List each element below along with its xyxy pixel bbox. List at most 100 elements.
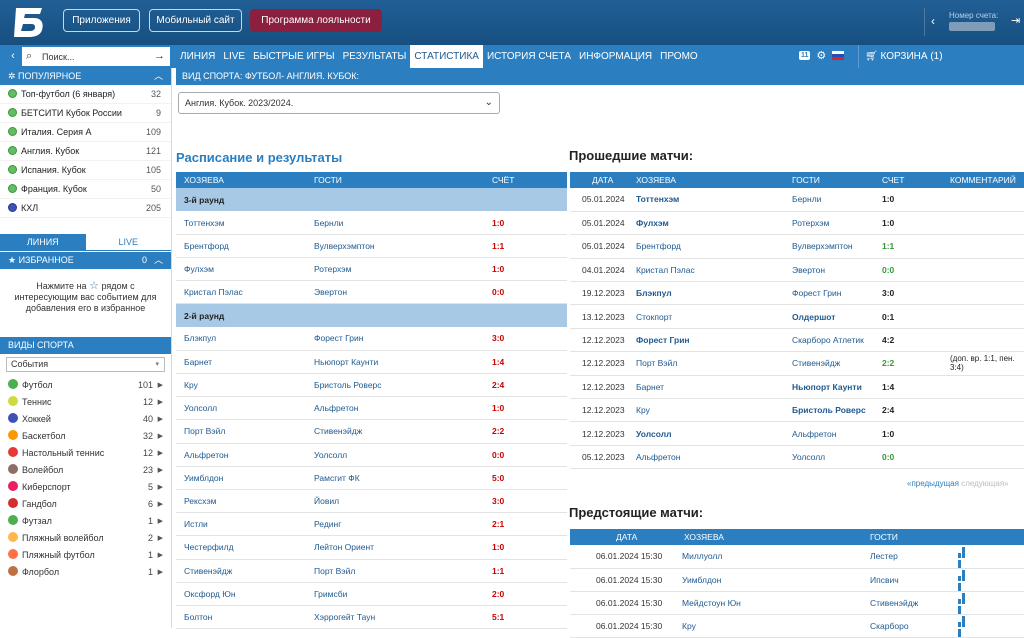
away-team[interactable]: Бернли <box>784 188 874 212</box>
away-team[interactable]: Ньюпорт Каунти <box>784 375 874 400</box>
sport-item[interactable]: Пляжный футбол 1 ▶ <box>0 547 171 564</box>
expand-arrow-icon[interactable]: ▶ <box>158 496 163 513</box>
favorites-header[interactable]: ★ ИЗБРАННОЕ 0 ︿ <box>0 252 171 269</box>
sport-item[interactable]: Футбол 101 ▶ <box>0 377 171 394</box>
away-team[interactable]: Стивенэйдж <box>306 419 484 444</box>
menu-promo[interactable]: ПРОМО <box>656 45 702 68</box>
home-team[interactable]: Кристал Пэлас <box>628 258 784 283</box>
sport-item[interactable]: Баскетбол 32 ▶ <box>0 428 171 445</box>
away-team[interactable]: Рамсгит ФК <box>306 466 484 490</box>
away-team[interactable]: Ротерхэм <box>784 211 874 236</box>
chevron-left-icon[interactable]: ‹ <box>4 47 22 66</box>
popular-header[interactable]: ✲ ПОПУЛЯРНОЕ ︿ <box>0 68 171 85</box>
home-team[interactable]: Барнет <box>628 375 784 400</box>
home-team[interactable]: Форест Грин <box>628 328 784 353</box>
home-team[interactable]: Болтон <box>176 605 306 630</box>
logo-icon[interactable] <box>12 6 46 38</box>
home-team[interactable]: Уолсолл <box>176 396 306 421</box>
home-team[interactable]: Блэкпул <box>176 327 306 351</box>
popular-item[interactable]: Испания. Кубок 105 <box>0 161 171 180</box>
away-team[interactable]: Олдершот <box>784 304 874 329</box>
expand-arrow-icon[interactable]: ▶ <box>158 513 163 530</box>
logout-icon[interactable]: ⇥ <box>1011 14 1020 27</box>
home-team[interactable]: Оксфорд Юн <box>176 582 306 606</box>
home-team[interactable]: Кристал Пэлас <box>176 280 306 305</box>
cart-button[interactable]: 🛒︎ КОРЗИНА (1) <box>858 45 1024 68</box>
away-team[interactable]: Уолсолл <box>306 443 484 467</box>
home-team[interactable]: Уолсолл <box>628 421 784 446</box>
menu-account-history[interactable]: ИСТОРИЯ СЧЕТА <box>483 45 575 68</box>
menu-information[interactable]: ИНФОРМАЦИЯ <box>575 45 656 68</box>
menu-results[interactable]: РЕЗУЛЬТАТЫ <box>339 45 411 68</box>
loyalty-program-button[interactable]: Программа лояльности <box>250 9 382 32</box>
away-team[interactable]: Гримсби <box>306 582 484 606</box>
home-team[interactable]: Стивенэйдж <box>176 559 306 583</box>
russia-flag-icon[interactable] <box>832 51 845 60</box>
expand-arrow-icon[interactable]: ▶ <box>158 394 163 411</box>
away-team[interactable]: Вулверхэмптон <box>306 234 484 259</box>
away-team[interactable]: Лестер <box>862 545 950 569</box>
popular-item[interactable]: Англия. Кубок 121 <box>0 142 171 161</box>
home-team[interactable]: Барнет <box>176 350 306 375</box>
home-team[interactable]: Честерфилд <box>176 535 306 560</box>
sport-item[interactable]: Киберспорт 5 ▶ <box>0 479 171 496</box>
away-team[interactable]: Бристоль Роверс <box>784 398 874 423</box>
menu-live[interactable]: LIVE <box>219 45 249 68</box>
away-team[interactable]: Форест Грин <box>784 281 874 306</box>
away-team[interactable]: Уолсолл <box>784 445 874 470</box>
home-team[interactable]: Альфретон <box>176 443 306 467</box>
sport-item[interactable]: Гандбол 6 ▶ <box>0 496 171 513</box>
away-team[interactable]: Альфретон <box>784 421 874 446</box>
away-team[interactable]: Скарборо <box>862 614 950 638</box>
away-team[interactable]: Рединг <box>306 512 484 537</box>
away-team[interactable]: Стивенэйдж <box>784 351 874 376</box>
sport-item[interactable]: Волейбол 23 ▶ <box>0 462 171 479</box>
sport-item[interactable]: Настольный теннис 12 ▶ <box>0 445 171 462</box>
tournament-select[interactable]: Англия. Кубок. 2023/2024. ⌄ <box>178 92 500 114</box>
home-team[interactable]: Мейдстоун Юн <box>674 591 862 615</box>
bar-chart-icon[interactable] <box>958 616 969 637</box>
away-team[interactable]: Стивенэйдж <box>862 591 950 615</box>
away-team[interactable]: Бернли <box>306 211 484 235</box>
count-badge[interactable]: 11 <box>799 51 811 60</box>
home-team[interactable]: Кру <box>674 614 862 638</box>
away-team[interactable]: Ньюпорт Каунти <box>306 350 484 375</box>
chevron-left-icon[interactable]: ‹ <box>931 14 935 28</box>
away-team[interactable]: Бристоль Роверс <box>306 373 484 398</box>
home-team[interactable]: Порт Вэйл <box>176 419 306 444</box>
away-team[interactable]: Ротерхэм <box>306 257 484 282</box>
expand-arrow-icon[interactable]: ▶ <box>158 479 163 496</box>
home-team[interactable]: Кру <box>628 398 784 423</box>
popular-item[interactable]: Франция. Кубок 50 <box>0 180 171 199</box>
sport-item[interactable]: Флорбол 1 ▶ <box>0 564 171 581</box>
pager-prev[interactable]: «предыдущая <box>907 479 959 488</box>
away-team[interactable]: Эвертон <box>306 280 484 305</box>
home-team[interactable]: Фулхэм <box>628 211 784 236</box>
away-team[interactable]: Форест Грин <box>306 327 484 351</box>
popular-item[interactable]: Топ-футбол (6 января) 32 <box>0 85 171 104</box>
expand-arrow-icon[interactable]: ▶ <box>158 547 163 564</box>
away-team[interactable]: Альфретон <box>306 396 484 421</box>
chevron-up-icon[interactable]: ︿ <box>154 68 163 85</box>
home-team[interactable]: Альфретон <box>628 445 784 470</box>
tab-line[interactable]: ЛИНИЯ <box>0 234 86 251</box>
apps-button[interactable]: Приложения <box>63 9 140 32</box>
sport-item[interactable]: Футзал 1 ▶ <box>0 513 171 530</box>
away-team[interactable]: Эвертон <box>784 258 874 283</box>
tab-live[interactable]: LIVE <box>85 234 171 251</box>
expand-arrow-icon[interactable]: ▶ <box>158 445 163 462</box>
away-team[interactable]: Скарборо Атлетик <box>784 328 874 353</box>
away-team[interactable]: Вулверхэмптон <box>784 234 874 259</box>
bar-chart-icon[interactable] <box>958 593 969 614</box>
home-team[interactable]: Истли <box>176 512 306 537</box>
popular-item[interactable]: КХЛ 205 <box>0 199 171 218</box>
expand-arrow-icon[interactable]: ▶ <box>158 428 163 445</box>
expand-arrow-icon[interactable]: ▶ <box>158 462 163 479</box>
sport-item[interactable]: Хоккей 40 ▶ <box>0 411 171 428</box>
home-team[interactable]: Порт Вэйл <box>628 351 784 376</box>
sport-item[interactable]: Пляжный волейбол 2 ▶ <box>0 530 171 547</box>
bar-chart-icon[interactable] <box>958 570 969 591</box>
expand-arrow-icon[interactable]: ▶ <box>158 564 163 581</box>
expand-arrow-icon[interactable]: ▶ <box>158 530 163 547</box>
home-team[interactable]: Стокпорт <box>628 304 784 329</box>
